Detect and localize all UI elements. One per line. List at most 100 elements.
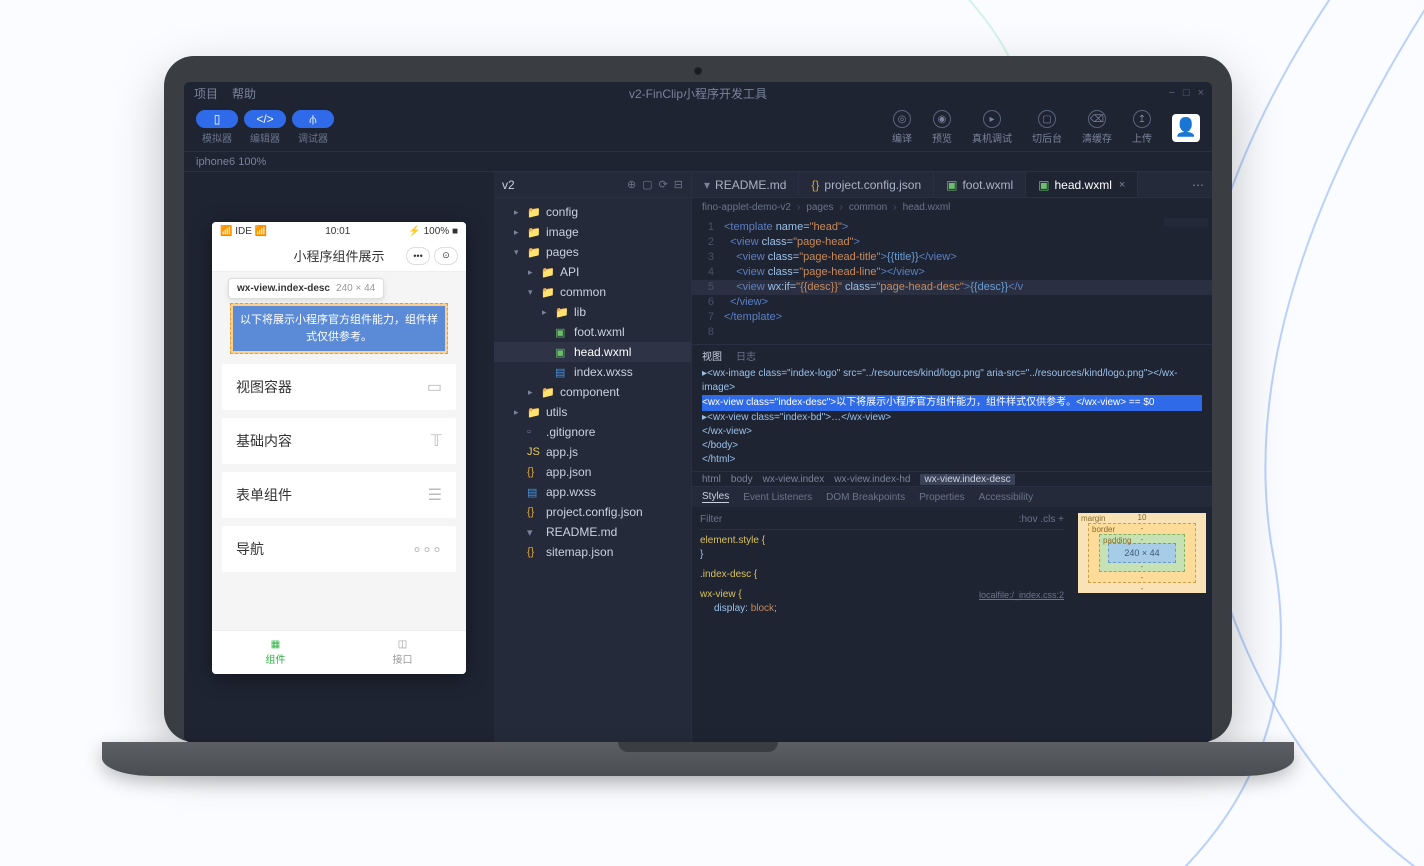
tree-file[interactable]: ▣foot.wxml <box>494 322 691 342</box>
file-explorer: v2 ⊕ ▢ ⟳ ⊟ ▸📁config▸📁image▾📁pages▸📁API▾📁… <box>494 172 692 742</box>
tree-folder[interactable]: ▸📁image <box>494 222 691 242</box>
tree-folder[interactable]: ▸📁component <box>494 382 691 402</box>
styles-tab[interactable]: Properties <box>919 492 965 503</box>
phone-tabbar: ▦组件 ◫接口 <box>212 630 466 674</box>
tabbar-components[interactable]: ▦组件 <box>212 631 339 674</box>
capsule-close-icon[interactable]: ⊙ <box>434 247 458 265</box>
remote-debug-button[interactable]: ▸真机调试 <box>972 110 1012 145</box>
styles-filter-tools[interactable]: :hov .cls + <box>1019 513 1064 527</box>
tree-file[interactable]: {}sitemap.json <box>494 542 691 562</box>
devtools-panel: 视图 日志 ▸<wx-image class="index-logo" src=… <box>692 344 1212 742</box>
phone-nav-title: 小程序组件展示 <box>293 246 384 265</box>
minimize-icon[interactable]: − <box>1168 87 1174 99</box>
styles-tab[interactable]: Event Listeners <box>743 492 812 503</box>
tree-file[interactable]: ▾README.md <box>494 522 691 542</box>
mode-debugger[interactable]: ⫛ 调试器 <box>292 110 334 145</box>
editor-tab[interactable]: ▾README.md <box>692 172 799 197</box>
list-item[interactable]: 基础内容𝕋 <box>222 418 456 464</box>
dom-path-item[interactable]: body <box>731 474 753 485</box>
inspect-tooltip: wx-view.index-desc240 × 44 <box>228 278 384 299</box>
device-info[interactable]: iphone6 100% <box>196 156 266 168</box>
dom-breadcrumb: html body wx-view.index wx-view.index-hd wx-… <box>692 471 1212 487</box>
dom-path-item[interactable]: wx-view.index-hd <box>834 474 910 485</box>
device-info-bar: iphone6 100% <box>184 152 1212 172</box>
file-tree: ▸📁config▸📁image▾📁pages▸📁API▾📁common▸📁lib… <box>494 198 691 566</box>
tree-file[interactable]: {}project.config.json <box>494 502 691 522</box>
phone-status-bar: 📶 IDE 📶 10:01 ⚡ 100% ■ <box>212 222 466 240</box>
styles-tab[interactable]: Styles <box>702 491 729 503</box>
list-item[interactable]: 表单组件☰ <box>222 472 456 518</box>
styles-filter-input[interactable]: Filter <box>700 513 722 527</box>
phone-simulator[interactable]: 📶 IDE 📶 10:01 ⚡ 100% ■ 小程序组件展示 ••• ⊙ <box>212 222 466 674</box>
dom-path-item[interactable]: wx-view.index-desc <box>920 474 1014 485</box>
new-file-icon[interactable]: ⊕ <box>627 178 636 191</box>
laptop-mockup: 项目 帮助 v2-FinClip小程序开发工具 − □ × ▯ 模拟器 <box>164 56 1232 776</box>
preview-button[interactable]: ◉预览 <box>932 110 952 145</box>
editor-tab[interactable]: ▣head.wxml× <box>1026 172 1138 197</box>
background-button[interactable]: ▢切后台 <box>1032 110 1062 145</box>
list-item[interactable]: 视图容器▭ <box>222 364 456 410</box>
breadcrumb-item[interactable]: head.wxml <box>903 202 951 213</box>
window-controls: − □ × <box>1168 87 1204 99</box>
editor-tab[interactable]: {}project.config.json <box>799 172 934 197</box>
clear-cache-button[interactable]: ⌫清缓存 <box>1082 110 1112 145</box>
minimap[interactable] <box>1164 218 1208 326</box>
styles-pane[interactable]: Filter :hov .cls + element.style {}.inde… <box>692 507 1072 742</box>
tree-folder[interactable]: ▸📁config <box>494 202 691 222</box>
editor-area: ▾README.md{}project.config.json▣foot.wxm… <box>692 172 1212 742</box>
dom-path-item[interactable]: wx-view.index <box>763 474 825 485</box>
close-icon[interactable]: × <box>1198 87 1204 99</box>
devtools-tab-log[interactable]: 日志 <box>736 348 756 363</box>
mode-editor[interactable]: </> 编辑器 <box>244 110 286 145</box>
tree-file[interactable]: JSapp.js <box>494 442 691 462</box>
list-item[interactable]: 导航∘∘∘ <box>222 526 456 572</box>
menu-project[interactable]: 项目 <box>194 85 218 102</box>
capsule-menu-icon[interactable]: ••• <box>406 247 430 265</box>
devtools-tab-view[interactable]: 视图 <box>702 348 722 363</box>
box-model: margin 10 border - padding - 240 × 4 <box>1072 507 1212 742</box>
tree-folder[interactable]: ▾📁common <box>494 282 691 302</box>
tree-folder[interactable]: ▸📁API <box>494 262 691 282</box>
api-icon: ◫ <box>398 639 407 650</box>
tabs-overflow-icon[interactable]: ⋯ <box>1184 172 1212 197</box>
phone-content: wx-view.index-desc240 × 44 以下将展示小程序官方组件能… <box>212 272 466 630</box>
tree-folder[interactable]: ▸📁lib <box>494 302 691 322</box>
ide-window: 项目 帮助 v2-FinClip小程序开发工具 − □ × ▯ 模拟器 <box>184 82 1212 742</box>
tabbar-api[interactable]: ◫接口 <box>339 631 466 674</box>
app-title: v2-FinClip小程序开发工具 <box>629 85 767 102</box>
code-editor[interactable]: 1<template name="head">2 <view class="pa… <box>692 216 1212 344</box>
menubar: 项目 帮助 v2-FinClip小程序开发工具 − □ × <box>184 82 1212 104</box>
refresh-icon[interactable]: ⟳ <box>659 178 668 191</box>
explorer-root[interactable]: v2 <box>502 178 515 192</box>
editor-tab[interactable]: ▣foot.wxml <box>934 172 1026 197</box>
upload-button[interactable]: ↥上传 <box>1132 110 1152 145</box>
tree-folder[interactable]: ▸📁utils <box>494 402 691 422</box>
tree-file[interactable]: {}app.json <box>494 462 691 482</box>
new-folder-icon[interactable]: ▢ <box>642 178 652 191</box>
breadcrumb-item[interactable]: common <box>849 202 887 213</box>
tree-file[interactable]: ▫.gitignore <box>494 422 691 442</box>
styles-tab[interactable]: Accessibility <box>979 492 1033 503</box>
tree-folder[interactable]: ▾📁pages <box>494 242 691 262</box>
dom-inspector[interactable]: ▸<wx-image class="index-logo" src="../re… <box>692 365 1212 471</box>
breadcrumb-item[interactable]: pages <box>806 202 833 213</box>
collapse-icon[interactable]: ⊟ <box>674 178 683 191</box>
tree-file[interactable]: ▣head.wxml <box>494 342 691 362</box>
compile-button[interactable]: ◎编译 <box>892 110 912 145</box>
mode-simulator[interactable]: ▯ 模拟器 <box>196 110 238 145</box>
breadcrumb: fino-applet-demo-v2›pages›common›head.wx… <box>692 198 1212 216</box>
dom-path-item[interactable]: html <box>702 474 721 485</box>
tree-file[interactable]: ▤index.wxss <box>494 362 691 382</box>
maximize-icon[interactable]: □ <box>1183 87 1190 99</box>
camera-dot <box>694 67 702 75</box>
inspected-element[interactable]: 以下将展示小程序官方组件能力，组件样式仅供参考。 <box>230 303 448 354</box>
tree-file[interactable]: ▤app.wxss <box>494 482 691 502</box>
breadcrumb-item[interactable]: fino-applet-demo-v2 <box>702 202 791 213</box>
avatar[interactable]: 👤 <box>1172 114 1200 142</box>
close-tab-icon[interactable]: × <box>1119 179 1125 191</box>
menu-help[interactable]: 帮助 <box>232 85 256 102</box>
grid-icon: ▦ <box>271 639 280 650</box>
toolbar: ▯ 模拟器 </> 编辑器 ⫛ 调试器 ◎编译 ◉预览 ▸真机调试 <box>184 104 1212 152</box>
styles-tab[interactable]: DOM Breakpoints <box>826 492 905 503</box>
simulator-panel: 📶 IDE 📶 10:01 ⚡ 100% ■ 小程序组件展示 ••• ⊙ <box>184 172 494 742</box>
